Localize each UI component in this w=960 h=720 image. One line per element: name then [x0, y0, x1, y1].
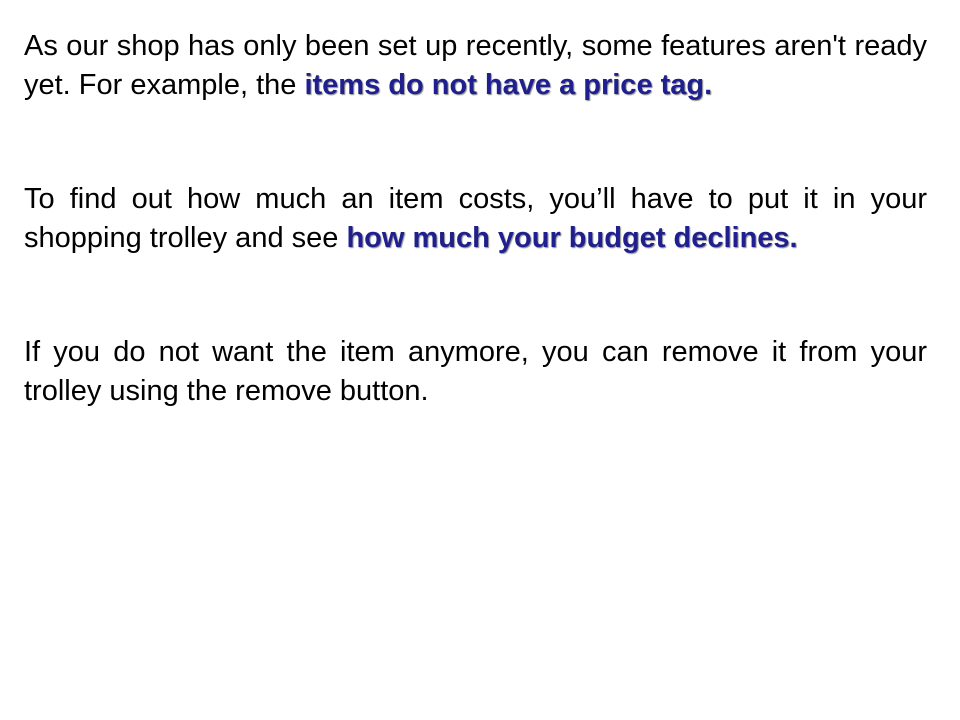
- emphasis-text: items do not have a price tag.: [304, 69, 713, 101]
- emphasis-text: how much your budget declines.: [346, 222, 798, 254]
- slide-body: As our shop has only been set up recentl…: [24, 27, 927, 411]
- paragraph-text: If you do not want the item anymore, you…: [24, 336, 927, 407]
- paragraph-find-cost: To find out how much an item costs, you’…: [24, 180, 927, 258]
- paragraph-remove-item: If you do not want the item anymore, you…: [24, 333, 927, 411]
- paragraph-price-tags: As our shop has only been set up recentl…: [24, 27, 927, 105]
